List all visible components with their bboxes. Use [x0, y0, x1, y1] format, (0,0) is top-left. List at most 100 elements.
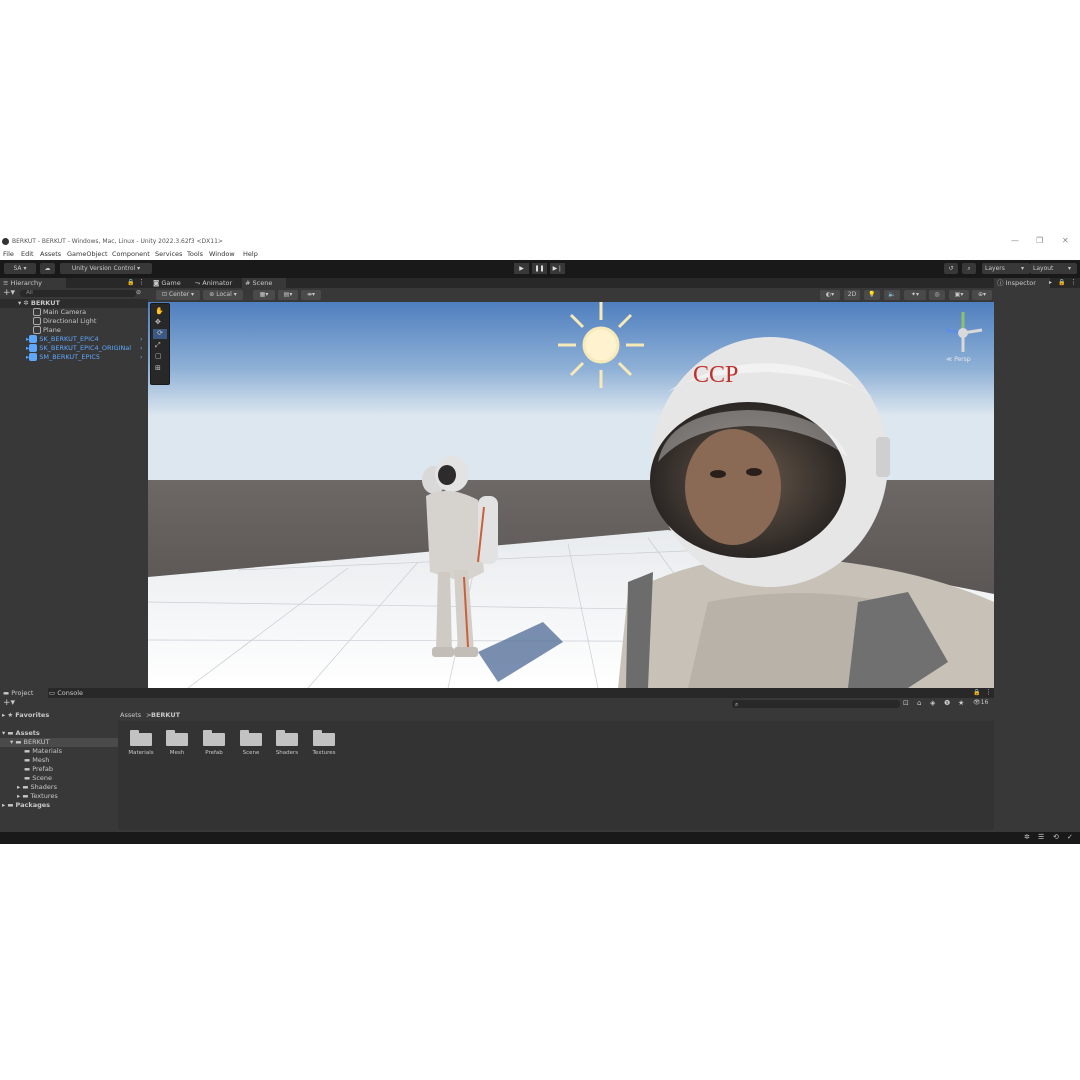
space-dropdown[interactable]: ⊛ Local ▾ — [203, 290, 243, 300]
menu-assets[interactable]: Assets — [40, 250, 61, 258]
scene-viewport[interactable]: CCP ✋ ✥ ⟳ ⤢ ▢ ⊞ ≪ Persp — [148, 302, 994, 688]
grid-visibility-icon[interactable]: ▤▾ — [278, 290, 298, 300]
hierarchy-item[interactable]: ▸ SK_BERKUT_EPIC4 › — [0, 335, 148, 344]
move-tool-icon[interactable]: ✥ — [155, 318, 161, 326]
hierarchy-item[interactable]: Main Camera — [0, 308, 148, 317]
folder-label[interactable]: Textures — [304, 750, 344, 756]
tab-scene[interactable]: # Scene — [242, 278, 286, 288]
menu-help[interactable]: Help — [243, 250, 258, 258]
kebab-menu-icon[interactable]: ⋮ — [138, 278, 145, 286]
info-icon[interactable]: ❶ — [944, 699, 950, 707]
menu-component[interactable]: Component — [112, 250, 150, 258]
tree-item[interactable]: ▬ Prefab — [24, 765, 53, 773]
search-by-label-icon[interactable]: ⌂ — [917, 699, 921, 707]
folder-label[interactable]: Prefab — [194, 750, 234, 756]
hand-tool-icon[interactable]: ✋ — [155, 307, 164, 315]
tree-packages[interactable]: ▸ ▬ Packages — [2, 801, 50, 809]
cloud-sync-icon[interactable]: ⟲ — [1053, 833, 1059, 841]
tab-game[interactable]: ◙ Game — [150, 278, 184, 288]
folder-icon[interactable] — [313, 730, 335, 746]
kebab-menu-icon[interactable]: ⋮ — [985, 688, 992, 696]
tab-console[interactable]: ▭ Console — [46, 688, 86, 698]
add-button[interactable]: +▾ — [3, 698, 15, 708]
folder-label[interactable]: Shaders — [267, 750, 307, 756]
filter-icon[interactable]: ⊘ — [136, 289, 141, 296]
star-icon[interactable]: ★ — [958, 699, 964, 707]
tree-assets[interactable]: ▾ ▬ Assets — [2, 729, 40, 737]
pivot-dropdown[interactable]: ⊡ Center ▾ — [156, 290, 200, 300]
folder-icon[interactable] — [130, 730, 152, 746]
check-circle-icon[interactable]: ✓ — [1067, 833, 1073, 841]
tab-hierarchy[interactable]: ≡ Hierarchy — [0, 278, 66, 288]
breadcrumb-assets[interactable]: Assets — [120, 711, 141, 719]
folder-icon[interactable] — [166, 730, 188, 746]
tree-item[interactable]: ▸ ▬ Shaders — [17, 783, 57, 791]
hierarchy-scene-row[interactable]: ▾ ✲ BERKUT — [0, 299, 148, 308]
rect-tool-icon[interactable]: ▢ — [155, 352, 162, 360]
menu-gameobject[interactable]: GameObject — [67, 250, 108, 258]
hierarchy-item[interactable]: Plane — [0, 326, 148, 335]
chevron-right-icon[interactable]: › — [140, 335, 143, 344]
cloud-icon[interactable]: ☁ — [40, 263, 55, 274]
transform-tool-icon[interactable]: ⊞ — [155, 364, 161, 372]
layers-dropdown[interactable]: Layers ▾ — [982, 263, 1030, 274]
tree-item[interactable]: ▬ Scene — [24, 774, 52, 782]
hidden-objects-icon[interactable]: ◎ — [929, 290, 945, 300]
menu-edit[interactable]: Edit — [21, 250, 34, 258]
menu-tools[interactable]: Tools — [187, 250, 203, 258]
tree-berkut[interactable]: ▾ ▬ BERKUT — [0, 738, 118, 747]
close-button[interactable]: ✕ — [1062, 236, 1069, 245]
kebab-menu-icon[interactable]: ▸ — [1049, 279, 1052, 286]
account-dropdown[interactable]: SA ▾ — [4, 263, 36, 274]
rotate-tool-icon[interactable]: ⟳ — [153, 329, 167, 339]
menu-services[interactable]: Services — [155, 250, 182, 258]
chevron-right-icon[interactable]: › — [140, 353, 143, 362]
pause-button[interactable]: ❚❚ — [532, 263, 547, 274]
tab-animator[interactable]: ⤳ Animator — [192, 278, 235, 288]
play-button[interactable]: ▶ — [514, 263, 529, 274]
tree-item[interactable]: ▸ ▬ Textures — [17, 792, 58, 800]
hidden-packages-count[interactable]: 👁16 — [973, 699, 988, 706]
camera-settings-icon[interactable]: ▣▾ — [949, 290, 969, 300]
hierarchy-item[interactable]: ▸ SM_BERKUT_EPIC5 › — [0, 353, 148, 362]
layers-stack-icon[interactable]: ☰ — [1038, 833, 1044, 841]
chevron-right-icon[interactable]: › — [140, 344, 143, 353]
history-icon[interactable]: ↺ — [944, 263, 958, 274]
tree-item[interactable]: ▬ Mesh — [24, 756, 49, 764]
tree-favorites[interactable]: ▸ ★ Favorites — [2, 711, 49, 719]
hierarchy-search-input[interactable]: All — [20, 290, 136, 297]
breadcrumb-berkut[interactable]: BERKUT — [151, 711, 180, 719]
tab-project[interactable]: ▬ Project — [0, 688, 48, 698]
search-by-tag-icon[interactable]: ◈ — [930, 699, 935, 707]
scene-render[interactable]: CCP — [148, 302, 994, 688]
folder-icon[interactable] — [203, 730, 225, 746]
audio-toggle-icon[interactable]: 🔈 — [884, 290, 900, 300]
maximize-button[interactable]: ❐ — [1036, 236, 1043, 245]
debug-icon[interactable]: ✲ — [1024, 833, 1030, 841]
grid-snap-icon[interactable]: ▦▾ — [253, 290, 275, 300]
layout-dropdown[interactable]: Layout ▾ — [1030, 263, 1077, 274]
menu-window[interactable]: Window — [209, 250, 235, 258]
2d-toggle[interactable]: 2D — [844, 290, 860, 300]
lighting-toggle-icon[interactable]: 💡 — [864, 290, 880, 300]
lock-icon[interactable]: 🔒 — [973, 689, 980, 696]
add-button[interactable]: +▾ — [3, 288, 15, 298]
tree-item[interactable]: ▬ Materials — [24, 747, 62, 755]
gizmos-icon[interactable]: ⊕▾ — [972, 290, 992, 300]
folder-label[interactable]: Mesh — [157, 750, 197, 756]
version-control-dropdown[interactable]: Unity Version Control ▾ — [60, 263, 152, 274]
lock-icon[interactable]: 🔒 — [1058, 279, 1065, 286]
search-icon[interactable]: ⌕ — [962, 263, 976, 274]
folder-label[interactable]: Materials — [121, 750, 161, 756]
draw-mode-icon[interactable]: ◐▾ — [820, 290, 840, 300]
folder-label[interactable]: Scene — [231, 750, 271, 756]
hierarchy-item[interactable]: ▸ SK_BERKUT_EPIC4_ORIGINal › — [0, 344, 148, 353]
orientation-gizmo[interactable] — [938, 308, 988, 358]
step-button[interactable]: ▶❘ — [550, 263, 565, 274]
kebab-menu-icon[interactable]: ⋮ — [1070, 278, 1077, 286]
increment-snap-icon[interactable]: ⇼▾ — [301, 290, 321, 300]
search-by-type-icon[interactable]: ⊡ — [903, 699, 909, 707]
folder-icon[interactable] — [240, 730, 262, 746]
folder-icon[interactable] — [276, 730, 298, 746]
lock-icon[interactable]: 🔒 — [127, 279, 134, 286]
